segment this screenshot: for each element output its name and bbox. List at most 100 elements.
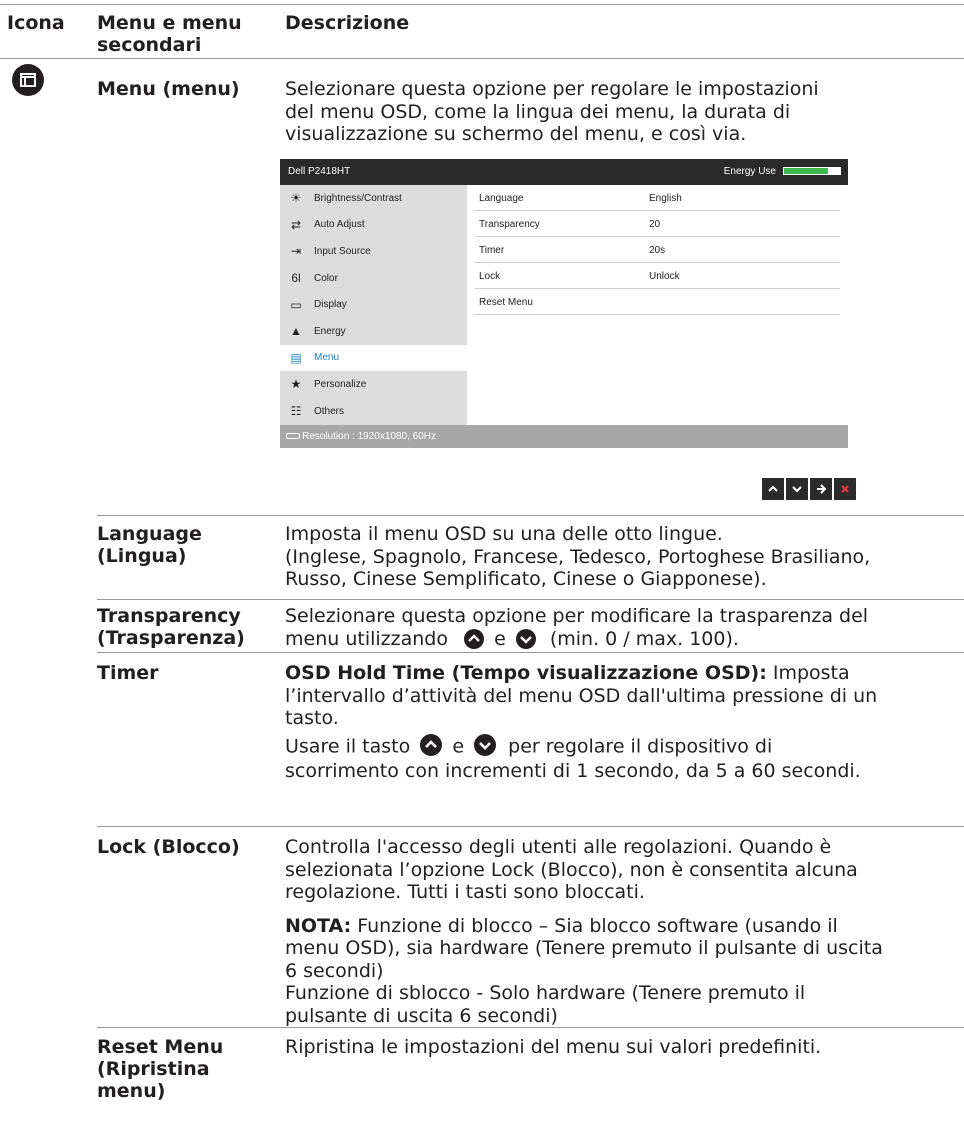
timer-desc-line: scorrimento con incrementi di 1 secondo,… [285,759,861,782]
lock-desc-line: selezionata l’opzione Lock (Blocco), non… [285,858,858,881]
osd-setting-value: Unlock [649,271,680,282]
language-desc: Imposta il menu OSD su una delle otto li… [285,523,870,591]
display-icon: ▭ [290,297,302,312]
osd-menu-item[interactable]: ⇥ Input Source [280,238,467,265]
osd-setting-row[interactable]: Lock Unlock [475,263,840,289]
osd-setting-row[interactable]: Language English [475,185,840,211]
timer-text: e [452,735,465,757]
transparency-desc: Selezionare questa opzione per modificar… [285,605,868,650]
osd-setting-row[interactable]: Timer 20s [475,237,840,263]
osd-menu-item[interactable]: ▲ Energy [280,318,467,345]
timer-text: per regolare il dispositivo di [508,735,773,757]
transparency-label: Transparency (Trasparenza) [97,605,245,649]
osd-setting-key: Transparency [479,219,540,230]
header-icon-col: Icona [7,12,65,34]
osd-setting-value: 20 [649,219,661,230]
lock-note-line: menu OSD), sia hardware (Tenere premuto … [285,937,883,959]
menu-desc-line: Selezionare questa opzione per regolare … [285,78,819,100]
lock-note-line: 6 secondi) [285,959,384,982]
reset-label: Reset Menu (Ripristina menu) [97,1036,223,1102]
osd-menu-item[interactable]: ☷ Others [280,398,467,425]
star-icon: ★ [290,377,302,392]
timer-label: Timer [97,662,159,684]
osd-submenu-panel: Language English Transparency 20 Timer 20s Loc… [467,185,848,425]
reset-label-line: menu) [97,1080,166,1102]
osd-setting-row[interactable]: Transparency 20 [475,211,840,237]
brightness-icon: ☀ [290,191,302,206]
lock-desc-line: Controlla l'accesso degli utenti alle re… [285,836,832,858]
transparency-label-line: (Trasparenza) [97,627,245,649]
osd-menu-item[interactable]: 6l Color [280,265,467,292]
timer-desc-line: OSD Hold Time (Tempo visualizzazione OSD… [285,662,877,685]
language-desc-line: Imposta il menu OSD su una delle otto li… [285,523,723,545]
language-label-line: Language [97,523,202,545]
osd-menu-item-label: Others [314,405,345,417]
down-arrow-icon[interactable] [786,478,808,500]
energy-icon: ▲ [290,324,302,339]
down-circle-icon [515,629,536,649]
right-arrow-icon[interactable] [810,478,832,500]
resolution-text: Resolution : 1920x1080, 60Hz [302,431,436,442]
osd-setting-row[interactable]: Reset Menu [475,289,840,315]
osd-menu-item[interactable]: ☀ Brightness/Contrast [280,185,467,212]
header-menu-line2: secondari [97,34,202,56]
osd-setting-value: 20s [649,245,666,256]
osd-menu-item-label: Auto Adjust [314,219,365,231]
osd-menu-item-label: Menu [314,352,340,364]
osd-menu-item[interactable]: ★ Personalize [280,371,467,398]
menu-row-label: Menu (menu) [97,78,240,100]
osd-menu-item[interactable]: ▤ Menu [280,344,467,372]
osd-setting-key: Lock [479,271,501,282]
color-icon: 6l [291,271,301,286]
row-rule [97,652,964,653]
down-circle-icon [474,733,497,756]
header-desc-col: Descrizione [285,12,410,34]
osd-setting-value: English [649,193,682,204]
others-icon: ☷ [290,404,302,419]
transparency-text: menu utilizzando [285,627,448,650]
osd-screenshot: Dell P2418HT Energy Use ☀ Brightness/Cont… [280,159,848,448]
osd-setting-key: Language [479,193,524,204]
row-rule [97,1027,964,1028]
timer-desc-line: Usare il tasto e per regolare il disposi… [285,733,877,760]
up-arrow-icon[interactable] [762,478,784,500]
up-circle-icon [464,629,485,649]
lock-desc-line: regolazione. Tutti i tasti sono bloccati… [285,881,645,903]
auto-adjust-icon: ⇄ [290,217,302,232]
close-icon[interactable] [834,478,856,500]
connector-icon [286,433,300,439]
osd-main-menu: ☀ Brightness/Contrast ⇄ Auto Adjust ⇥ Input S… [280,185,467,425]
menu-desc-line: del menu OSD, come la lingua dei menu, l… [285,100,791,123]
osd-status-bar: Resolution : 1920x1080, 60Hz [280,425,848,448]
timer-text: Imposta [772,662,850,684]
lock-note-text: Funzione di blocco – Sia blocco software… [357,914,838,937]
reset-label-line: (Ripristina [97,1058,210,1080]
menu-section-icon [12,64,44,96]
language-desc-line: (Inglese, Spagnolo, Francese, Tedesco, P… [285,545,871,568]
lock-note-line: NOTA: Funzione di blocco – Sia blocco so… [285,915,883,938]
energy-use-fill [784,168,828,174]
row-rule [97,515,964,516]
up-circle-icon [420,733,443,756]
reset-desc: Ripristina le impostazioni del menu sui … [285,1036,822,1058]
header-menu-line1: Menu e menu [97,12,242,34]
osd-menu-item[interactable]: ⇄ Auto Adjust [280,212,467,239]
osd-menu-item-label: Color [314,272,338,284]
reset-label-line: Reset Menu [97,1036,224,1058]
osd-model-name: Dell P2418HT [288,166,351,177]
transparency-desc-line: menu utilizzando e (min. 0 / max. 100). [285,628,868,651]
lock-note-line: pulsante di uscita 6 secondi) [285,1004,558,1027]
osd-menu-item-label: Input Source [314,245,371,257]
osd-menu-item[interactable]: ▭ Display [280,291,467,318]
top-rule [0,4,964,5]
timer-desc-line: tasto. [285,707,339,729]
header-rule [0,58,964,59]
note-bold: NOTA: [285,914,352,937]
energy-use-bar [783,167,841,175]
row-rule [97,826,964,827]
menu-icon: ▤ [290,350,302,365]
header-menu-col: Menu e menu secondari [97,12,242,56]
language-desc-line: Russo, Cinese Semplificato, Cinese o Gia… [285,568,767,590]
timer-desc: OSD Hold Time (Tempo visualizzazione OSD… [285,662,877,782]
timer-text: Usare il tasto [285,735,411,757]
